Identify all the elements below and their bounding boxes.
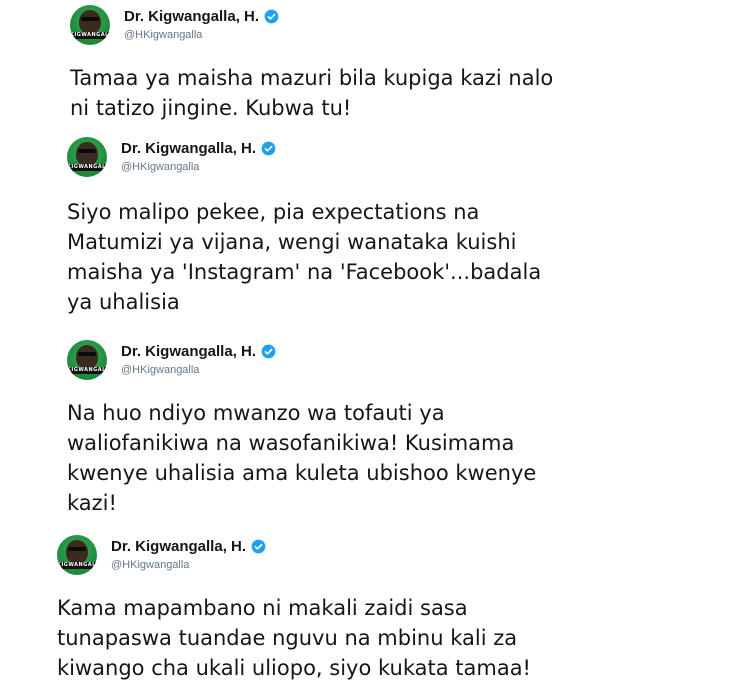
tweet: KIGWANGALL Dr. Kigwangalla, H. @HKigwang…	[67, 137, 730, 327]
tweet-text: Na huo ndiyo mwanzo wa tofauti ya waliof…	[67, 401, 537, 515]
author-handle[interactable]: @HKigwangalla	[111, 559, 189, 571]
verified-badge-icon	[251, 539, 266, 554]
tweet-text: Kama mapambano ni makali zaidi sasa tuna…	[57, 596, 531, 680]
avatar-band-text: KIGWANGALL	[70, 32, 110, 39]
avatar-band-text: KIGWANGALL	[67, 164, 107, 171]
tweet: KIGWANGALL Dr. Kigwangalla, H. @HKigwang…	[57, 535, 730, 685]
author-handle[interactable]: @HKigwangalla	[124, 29, 202, 41]
avatar-band-text: KIGWANGALL	[57, 562, 97, 569]
verified-badge-icon	[261, 141, 276, 156]
avatar[interactable]: KIGWANGALL	[70, 5, 110, 45]
author-name[interactable]: Dr. Kigwangalla, H.	[121, 140, 256, 157]
avatar[interactable]: KIGWANGALL	[67, 137, 107, 177]
author-handle[interactable]: @HKigwangalla	[121, 161, 199, 173]
avatar-band-text: KIGWANGALL	[67, 367, 107, 374]
verified-badge-icon	[264, 9, 279, 24]
tweet-text: Tamaa ya maisha mazuri bila kupiga kazi …	[70, 66, 554, 120]
avatar[interactable]: KIGWANGALL	[67, 340, 107, 380]
tweet: KIGWANGALL Dr. Kigwangalla, H. @HKigwang…	[70, 5, 730, 135]
author-name[interactable]: Dr. Kigwangalla, H.	[111, 538, 246, 555]
tweet-text: Siyo malipo pekee, pia expectations na M…	[67, 200, 542, 314]
avatar[interactable]: KIGWANGALL	[57, 535, 97, 575]
verified-badge-icon	[261, 344, 276, 359]
author-handle[interactable]: @HKigwangalla	[121, 364, 199, 376]
author-name[interactable]: Dr. Kigwangalla, H.	[124, 8, 259, 25]
tweet: KIGWANGALL Dr. Kigwangalla, H. @HKigwang…	[67, 340, 730, 530]
author-name[interactable]: Dr. Kigwangalla, H.	[121, 343, 256, 360]
